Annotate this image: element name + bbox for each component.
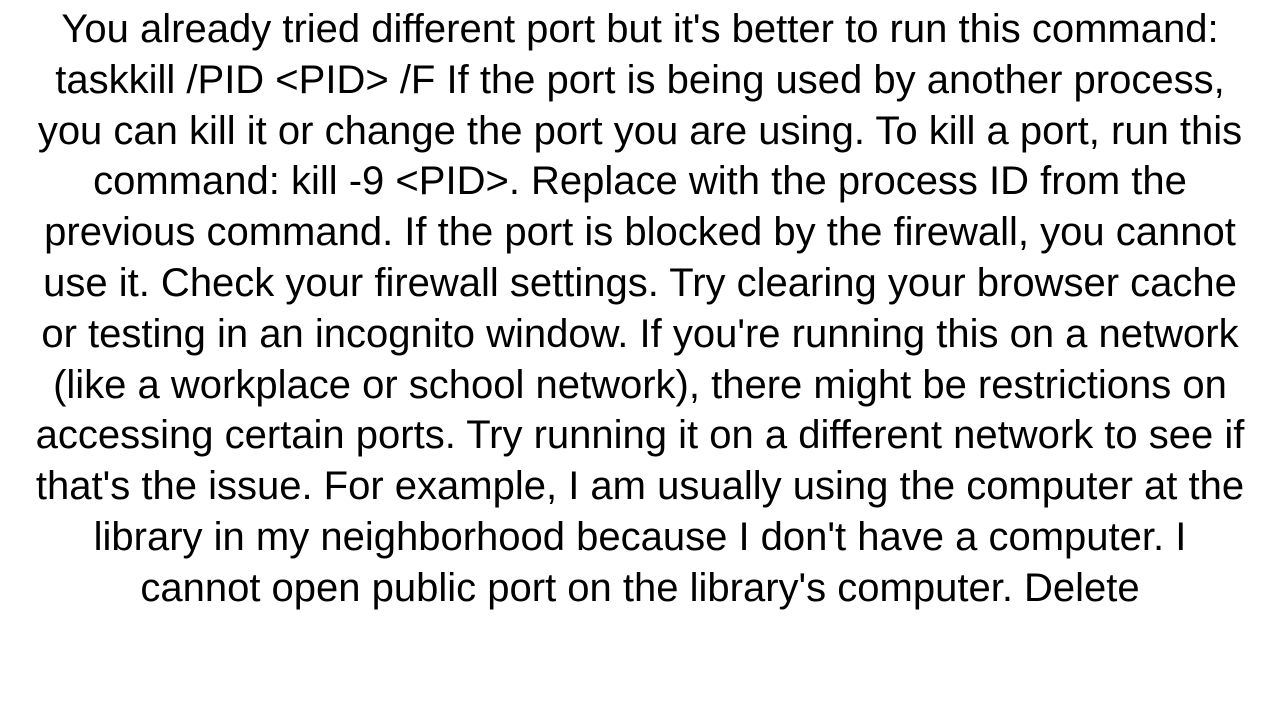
body-text: You already tried different port but it'… [35,0,1245,614]
